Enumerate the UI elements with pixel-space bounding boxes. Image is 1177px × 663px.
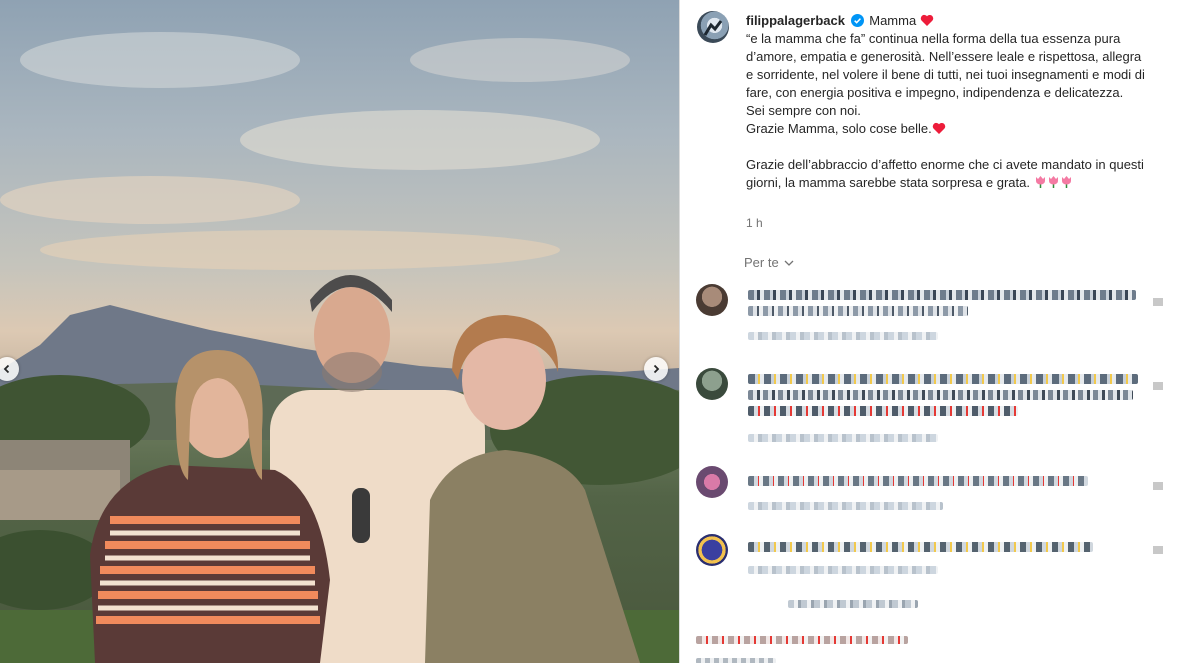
like-comment-icon[interactable] <box>1153 382 1163 390</box>
comment-text-redacted <box>748 406 1018 416</box>
caption-thanks: Grazie Mamma, solo cose belle. <box>746 121 932 136</box>
comment-text-redacted <box>748 476 1088 486</box>
comment-sort-dropdown[interactable]: Per te <box>744 255 795 270</box>
like-comment-icon[interactable] <box>1153 546 1163 554</box>
like-comment-icon[interactable] <box>1153 298 1163 306</box>
red-heart-icon <box>920 14 934 26</box>
post-photo <box>0 0 679 663</box>
commenter-avatar[interactable] <box>696 284 728 316</box>
caption-intro: Mamma <box>869 13 917 28</box>
comment-meta-redacted <box>748 332 938 340</box>
post-caption: filippalagerback Mamma “e la mamma che f… <box>746 12 1146 192</box>
tulip-icon <box>1048 176 1058 188</box>
tulip-icon <box>1061 176 1071 188</box>
comment-meta-redacted <box>748 434 938 442</box>
commenter-avatar[interactable] <box>696 368 728 400</box>
comment-meta-redacted <box>748 566 938 574</box>
comment-text-redacted <box>748 542 1093 552</box>
like-comment-icon[interactable] <box>1153 482 1163 490</box>
comment-text-redacted <box>748 374 1138 384</box>
comment-text-redacted <box>748 390 1133 400</box>
commenter-avatar[interactable] <box>696 534 728 566</box>
author-username[interactable]: filippalagerback <box>746 13 845 28</box>
caption-body: “e la mamma che fa” continua nella forma… <box>746 31 1145 118</box>
chevron-down-icon <box>784 260 794 266</box>
comment-text-redacted <box>696 658 776 663</box>
author-avatar[interactable] <box>697 11 729 43</box>
comment-text-redacted <box>696 636 908 644</box>
tulip-icon <box>1035 176 1045 188</box>
chevron-right-icon <box>653 364 660 374</box>
commenter-avatar[interactable] <box>696 466 728 498</box>
red-heart-icon <box>932 122 945 134</box>
comment-text-redacted <box>748 306 968 316</box>
verified-badge-icon <box>850 14 864 27</box>
sort-label: Per te <box>744 255 779 270</box>
chevron-left-icon <box>3 364 10 374</box>
view-replies-redacted[interactable] <box>788 600 918 608</box>
comment-meta-redacted <box>748 502 943 510</box>
comment-text-redacted <box>748 290 1136 300</box>
next-photo-button[interactable] <box>644 357 668 381</box>
post-timestamp[interactable]: 1 h <box>746 216 763 230</box>
comments-panel: filippalagerback Mamma “e la mamma che f… <box>680 0 1177 663</box>
caption-closing: Grazie dell’abbraccio d’affetto enorme c… <box>746 157 1144 190</box>
